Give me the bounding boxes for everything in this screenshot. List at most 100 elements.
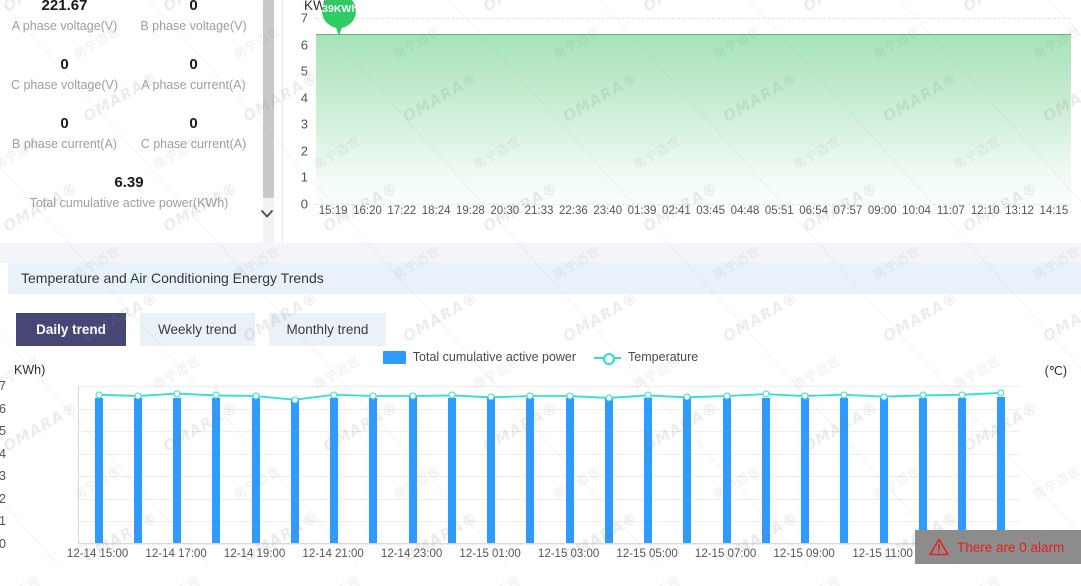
top-chart-x-tick: 01:39 [628, 205, 657, 217]
bottom-chart-gridline [79, 544, 1020, 545]
metric-6: 6.39Total cumulative active power(KWh) [0, 163, 258, 222]
top-chart-x-tick: 02:41 [662, 205, 691, 217]
temperature-point[interactable] [684, 394, 691, 401]
pin-label: 39KWh [322, 3, 356, 15]
bottom-chart-x-tick: 12-14 15:00 [67, 548, 128, 560]
top-chart-y-tick: 1 [301, 170, 308, 185]
metric-label: A phase voltage(V) [2, 17, 127, 35]
metric-label: B phase current(A) [2, 135, 127, 153]
top-chart-y-tick: 5 [301, 64, 308, 79]
metric-1: 0B phase voltage(V) [129, 0, 258, 45]
section-divider [0, 243, 1081, 263]
top-chart-y-tick: 6 [301, 37, 308, 52]
metric-value: 0 [131, 113, 256, 135]
trends-card: Temperature and Air Conditioning Energy … [0, 263, 1081, 586]
bottom-chart-y-tick-left: 0 [0, 537, 6, 551]
metric-value: 221.67 [2, 0, 127, 17]
top-chart-y-tick: 4 [301, 90, 308, 105]
temperature-point[interactable] [566, 393, 573, 400]
top-chart-gridline [316, 18, 1071, 19]
top-chart-x-tick: 17:22 [387, 205, 416, 217]
metric-value: 6.39 [2, 172, 256, 194]
temperature-point[interactable] [802, 393, 809, 400]
temperature-point[interactable] [448, 392, 455, 399]
top-chart-x-tick: 05:51 [765, 205, 794, 217]
alarm-text: There are 0 alarm [957, 540, 1064, 555]
metric-label: B phase voltage(V) [131, 17, 256, 35]
tab-monthly-trend[interactable]: Monthly trend [269, 313, 387, 346]
metrics-grid: 221.67A phase voltage(V)0B phase voltage… [0, 0, 258, 222]
top-chart-x-tick: 14:15 [1039, 205, 1068, 217]
metric-label: A phase current(A) [131, 76, 256, 94]
chart-legend: Total cumulative active power Temperature [0, 346, 1081, 368]
top-chart-plot-area: 39KWh [316, 18, 1071, 204]
temperature-point[interactable] [959, 391, 966, 398]
bottom-chart-plot-area: 012345670510152025 [78, 386, 1020, 544]
temperature-point[interactable] [841, 391, 848, 398]
bottom-chart-x-tick: 12-15 05:00 [616, 548, 677, 560]
temperature-point[interactable] [880, 393, 887, 400]
temperature-point[interactable] [605, 395, 612, 402]
temperature-point[interactable] [723, 393, 730, 400]
legend-label: Temperature [628, 350, 698, 364]
bottom-chart-y-tick-left: 1 [0, 514, 6, 528]
metric-value: 0 [131, 0, 256, 17]
metric-label: C phase current(A) [131, 135, 256, 153]
temperature-point[interactable] [291, 396, 298, 403]
warning-triangle-icon [929, 538, 949, 556]
metric-2: 0C phase voltage(V) [0, 45, 129, 104]
bottom-chart-y-tick-left: 3 [0, 469, 6, 483]
bottom-chart-x-axis: 12-14 15:0012-14 17:0012-14 19:0012-14 2… [78, 546, 1020, 566]
temperature-point[interactable] [919, 392, 926, 399]
temperature-point[interactable] [409, 393, 416, 400]
top-chart-x-tick: 09:00 [868, 205, 897, 217]
top-chart-x-tick: 11:07 [937, 205, 965, 217]
top-chart-x-tick: 07:57 [834, 205, 863, 217]
top-chart-x-tick: 03:45 [696, 205, 725, 217]
bottom-chart-y-tick-left: 4 [0, 447, 6, 461]
temperature-point[interactable] [134, 393, 141, 400]
temperature-point[interactable] [645, 392, 652, 399]
top-chart-x-tick: 06:54 [799, 205, 828, 217]
temperature-polyline [99, 393, 1001, 400]
trend-period-tabs: Daily trend Weekly trend Monthly trend [16, 313, 386, 346]
bottom-chart-x-tick: 12-15 11:00 [852, 548, 913, 560]
metric-5: 0C phase current(A) [129, 104, 258, 163]
top-chart-y-axis: 01234567 [284, 18, 314, 208]
top-chart-y-tick: 2 [301, 143, 308, 158]
top-chart-value-pin: 39KWh [322, 0, 356, 38]
top-chart-x-tick: 19:28 [456, 205, 485, 217]
chevron-down-icon[interactable] [258, 206, 276, 226]
bottom-chart-y-unit-left: KWh) [14, 363, 45, 377]
legend-item-power[interactable]: Total cumulative active power [383, 350, 576, 364]
bottom-chart-x-tick: 12-14 23:00 [381, 548, 442, 560]
bottom-chart-x-tick: 12-15 09:00 [773, 548, 834, 560]
temperature-point[interactable] [213, 392, 220, 399]
top-chart-area-fill [316, 34, 1071, 204]
bottom-chart-y-tick-left: 2 [0, 492, 6, 506]
temperature-point[interactable] [370, 393, 377, 400]
temperature-point[interactable] [95, 391, 102, 398]
temperature-point[interactable] [488, 394, 495, 401]
temperature-point[interactable] [762, 391, 769, 398]
bottom-chart-x-tick: 12-15 01:00 [459, 548, 520, 560]
temperature-point[interactable] [527, 393, 534, 400]
bottom-chart-x-tick: 12-14 21:00 [302, 548, 363, 560]
tab-daily-trend[interactable]: Daily trend [16, 313, 126, 346]
temperature-point[interactable] [252, 393, 259, 400]
metric-4: 0B phase current(A) [0, 104, 129, 163]
top-chart-x-tick: 04:48 [731, 205, 760, 217]
top-chart-x-tick: 22:36 [559, 205, 588, 217]
alarm-banner[interactable]: There are 0 alarm [915, 530, 1081, 564]
legend-item-temperature[interactable]: Temperature [594, 350, 698, 364]
bottom-chart-y-tick-left: 5 [0, 424, 6, 438]
metrics-scrollbar-thumb[interactable] [263, 0, 274, 198]
temperature-point[interactable] [331, 391, 338, 398]
temperature-point[interactable] [174, 390, 181, 397]
top-chart-x-axis: 15:1916:2017:2218:2419:2820:3021:3322:36… [316, 205, 1071, 227]
top-chart-x-tick: 10:04 [902, 205, 931, 217]
temperature-point[interactable] [998, 389, 1005, 396]
legend-label: Total cumulative active power [413, 350, 576, 364]
metric-value: 0 [2, 54, 127, 76]
tab-weekly-trend[interactable]: Weekly trend [140, 313, 255, 346]
